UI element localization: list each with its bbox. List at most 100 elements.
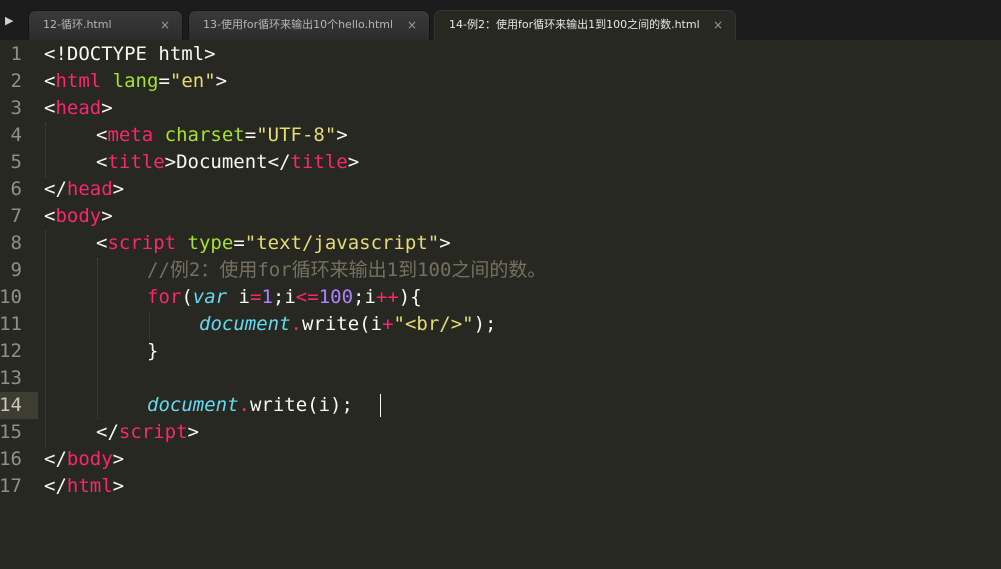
code-line-2: <html lang="en"> (44, 68, 227, 95)
token: > (439, 232, 451, 254)
string-token: "UTF-8" (256, 124, 337, 146)
line-number: 13 (0, 367, 22, 389)
code-line-6: </head> (44, 176, 124, 203)
string-token: "en" (169, 70, 216, 92)
token: = (233, 232, 245, 254)
tab-14-example2[interactable]: 14-例2：使用for循环来输出1到100之间的数.html × (434, 10, 736, 40)
token: </ (44, 448, 67, 470)
line-number: 4 (10, 124, 22, 146)
token: > (112, 178, 125, 200)
indent-guide (45, 231, 46, 447)
doctype-token: <!DOCTYPE html> (44, 43, 216, 65)
line-number-gutter: 1 2 3 4 5 6 7 8 9 10 11 12 13 14 15 16 1… (0, 40, 34, 569)
sidebar-toggle-icon[interactable]: ▶ (5, 15, 13, 26)
token: ); (473, 313, 497, 335)
token: > (164, 151, 177, 173)
tag-token: body (66, 448, 113, 470)
token: </ (96, 421, 119, 443)
tag-token: script (107, 232, 177, 254)
line-number: 9 (10, 259, 22, 281)
indent-guide (149, 312, 150, 339)
line-number-current: 14 (0, 394, 22, 416)
close-icon[interactable]: × (160, 11, 170, 39)
operator-token: . (238, 394, 250, 416)
attr-token: charset (164, 124, 245, 146)
token: } (147, 340, 159, 362)
tag-token: html (66, 475, 113, 497)
code-line-16: </body> (44, 446, 124, 473)
line-number: 3 (10, 97, 22, 119)
comment-token: //例2：使用for循环来输出1到100之间的数。 (147, 259, 547, 281)
token: < (96, 232, 108, 254)
tag-token: meta (107, 124, 154, 146)
tab-13-hello[interactable]: 13-使用for循环来输出10个hello.html × (188, 10, 430, 40)
tag-token: title (107, 151, 165, 173)
line-number: 1 (10, 43, 22, 65)
code-line-7: <body> (44, 203, 113, 230)
line-number: 7 (10, 205, 22, 227)
token: > (112, 475, 125, 497)
token: > (215, 70, 228, 92)
line-number: 5 (10, 151, 22, 173)
token: i (227, 286, 250, 308)
tag-token: head (66, 178, 113, 200)
tab-label: 14-例2：使用for循环来输出1到100之间的数.html (449, 18, 700, 31)
tag-token: script (118, 421, 188, 443)
line-number: 2 (10, 70, 22, 92)
line-number: 17 (0, 475, 22, 497)
token: > (187, 421, 199, 443)
line-number: 16 (0, 448, 22, 470)
string-token: "<br/>" (393, 313, 474, 335)
operator-token: . (290, 313, 302, 335)
tab-bar: ▶ 12-循环.html × 13-使用for循环来输出10个hello.htm… (0, 0, 1001, 40)
keyword-token: for (147, 286, 182, 308)
token: < (96, 151, 108, 173)
close-icon[interactable]: × (407, 11, 417, 39)
tag-token: body (55, 205, 102, 227)
token: ;i (272, 286, 296, 308)
line-number: 12 (0, 340, 22, 362)
code-line-15: </script> (96, 419, 199, 446)
code-line-4: <meta charset="UTF-8"> (96, 122, 348, 149)
keyword-var-token: var (192, 286, 228, 308)
token: > (101, 97, 113, 119)
method-token: write (301, 313, 360, 335)
token: </ (44, 475, 67, 497)
token: > (101, 205, 113, 227)
token: ( (181, 286, 193, 308)
code-line-17: </html> (44, 473, 124, 500)
tab-12-loop[interactable]: 12-循环.html × (28, 10, 183, 40)
attr-token: lang (112, 70, 159, 92)
object-token: document (147, 394, 239, 416)
operator-token: <= (295, 286, 319, 308)
token: = (244, 124, 257, 146)
token: </ (267, 151, 291, 173)
close-icon[interactable]: × (713, 11, 723, 39)
token: = (158, 70, 170, 92)
token: < (96, 124, 108, 146)
tag-token: html (55, 70, 102, 92)
tag-token: title (290, 151, 348, 173)
line-number: 15 (0, 421, 22, 443)
token: ;i (353, 286, 376, 308)
string-token: "text/javascript" (244, 232, 440, 254)
number-token: 100 (318, 286, 354, 308)
tab-label: 13-使用for循环来输出10个hello.html (203, 18, 394, 31)
line-number: 6 (10, 178, 22, 200)
tab-label: 12-循环.html (43, 18, 112, 31)
token: ){ (398, 286, 422, 308)
token: > (347, 151, 360, 173)
code-line-14: document.write(i); (147, 392, 353, 419)
code-line-9: //例2：使用for循环来输出1到100之间的数。 (147, 257, 546, 284)
indent-guide (97, 258, 98, 420)
token: (i (359, 313, 383, 335)
code-line-5: <title>Document</title> (96, 149, 359, 176)
code-line-12: } (147, 338, 158, 365)
code-line-11: document.write(i+"<br/>"); (199, 311, 496, 338)
code-line-3: <head> (44, 95, 113, 122)
code-line-10: for(var i=1;i<=100;i++){ (147, 284, 422, 311)
token: < (44, 70, 56, 92)
code-line-8: <script type="text/javascript"> (96, 230, 451, 257)
